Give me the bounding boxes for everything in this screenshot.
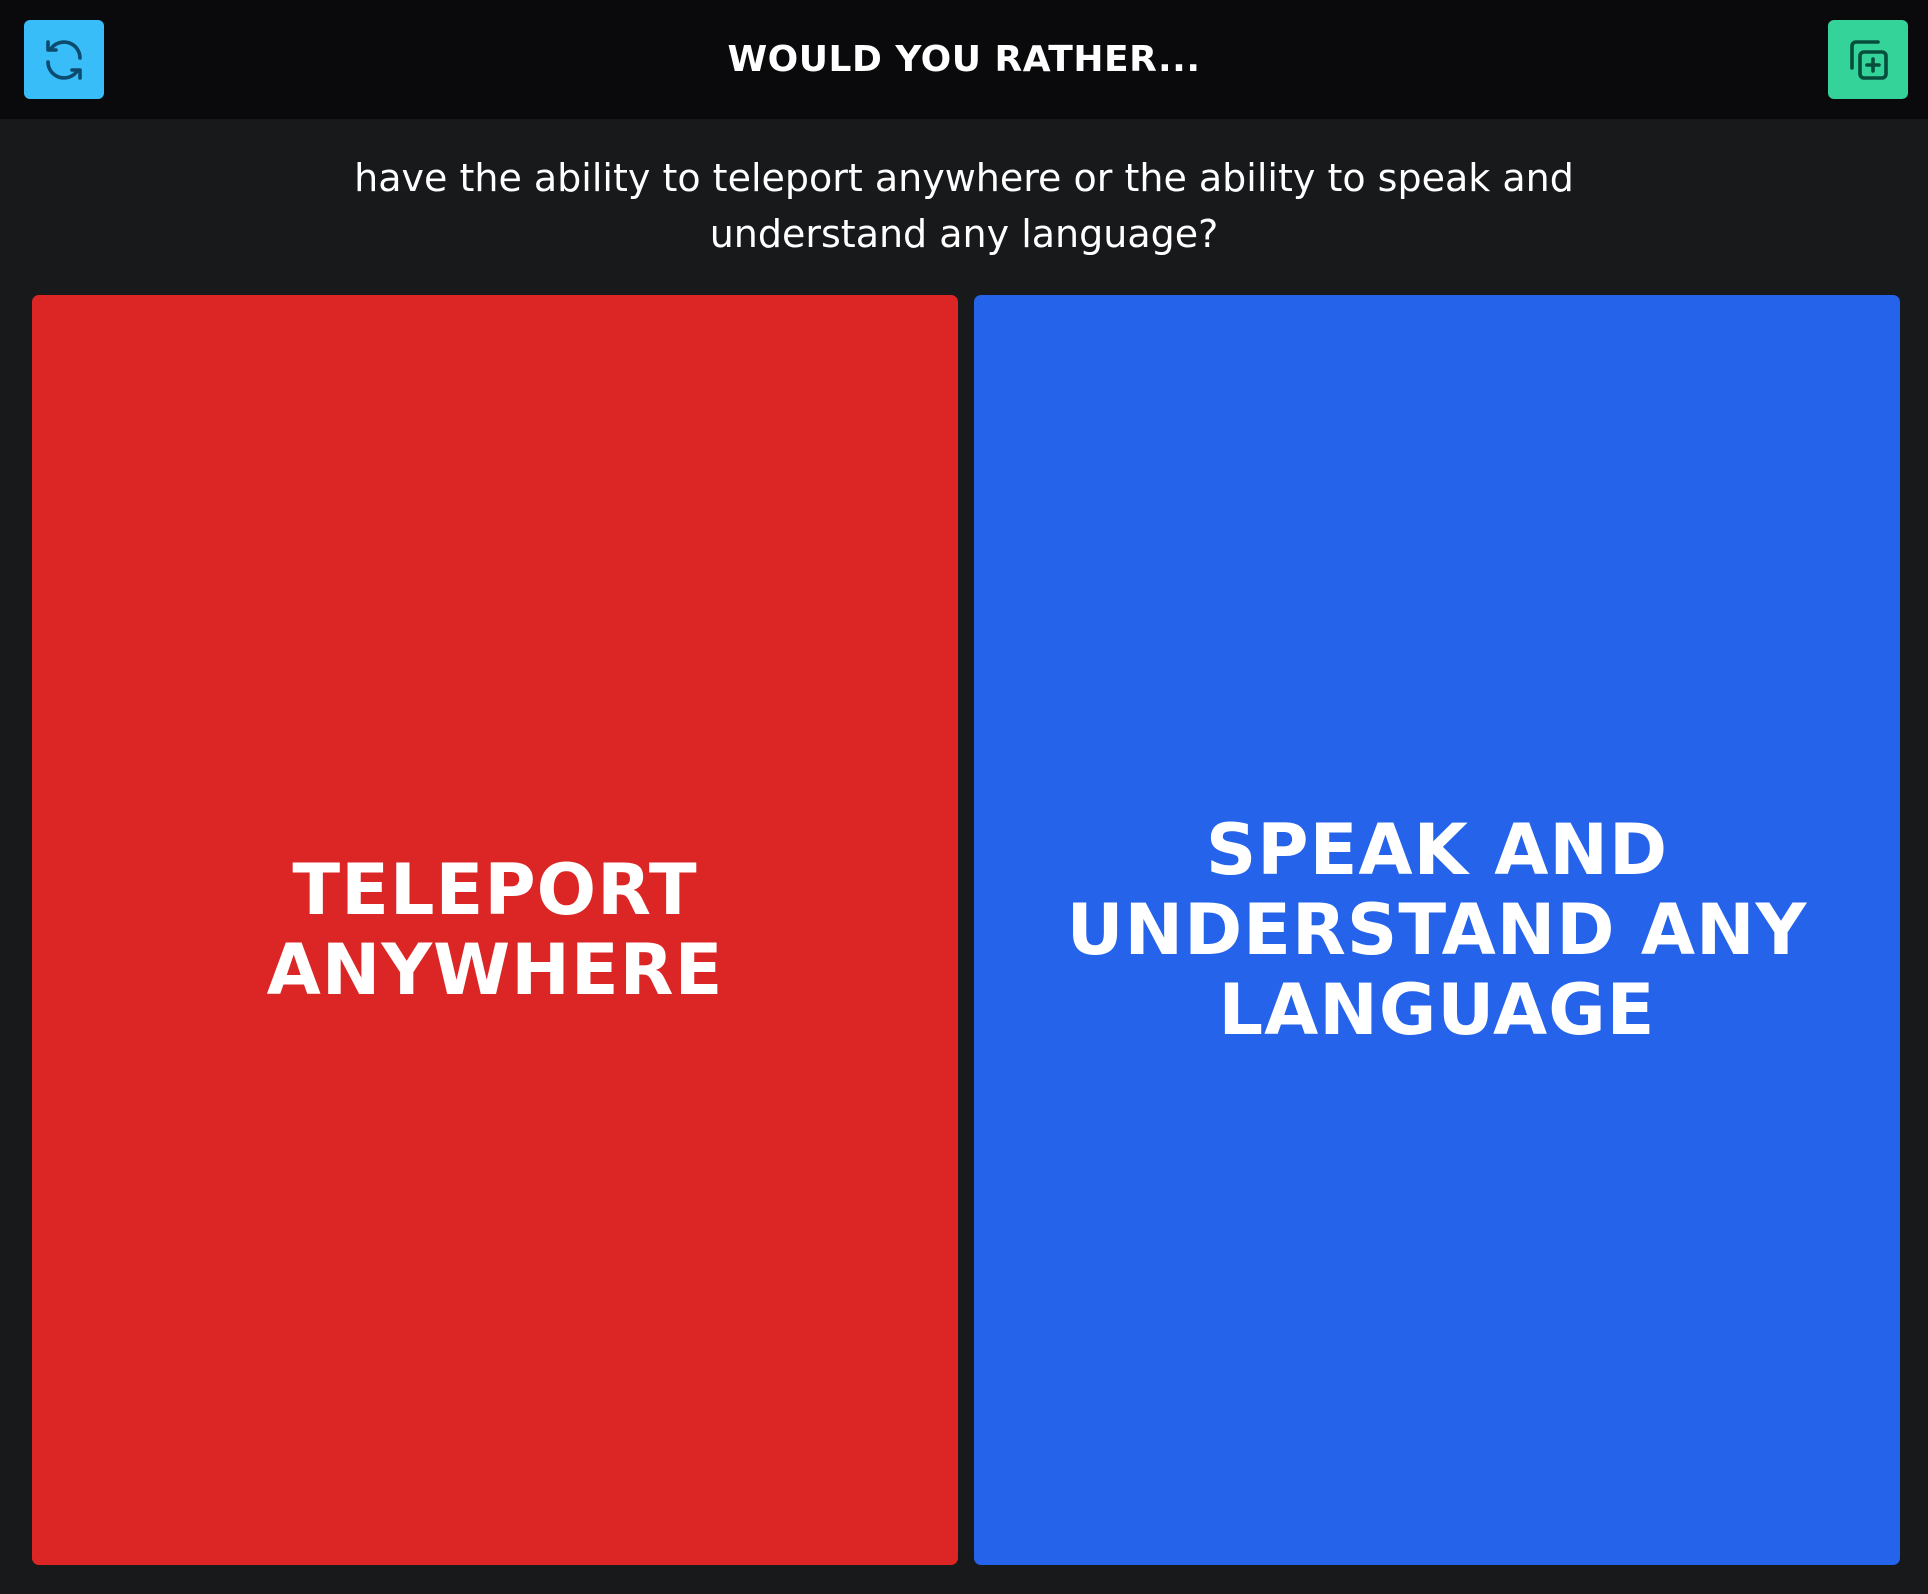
add-question-button[interactable]: [1828, 20, 1908, 99]
copy-plus-icon: [1850, 39, 1888, 80]
option-b-button[interactable]: SPEAK AND UNDERSTAND ANY LANGUAGE: [974, 295, 1900, 1565]
question-text: have the ability to teleport anywhere or…: [354, 156, 1574, 256]
top-bar: WOULD YOU RATHER...: [0, 0, 1928, 119]
option-a-button[interactable]: TELEPORT ANYWHERE: [32, 295, 958, 1565]
page-title: WOULD YOU RATHER...: [727, 39, 1201, 80]
option-a-label: TELEPORT ANYWHERE: [266, 849, 724, 1011]
option-b-label: SPEAK AND UNDERSTAND ANY LANGUAGE: [1066, 809, 1808, 1051]
